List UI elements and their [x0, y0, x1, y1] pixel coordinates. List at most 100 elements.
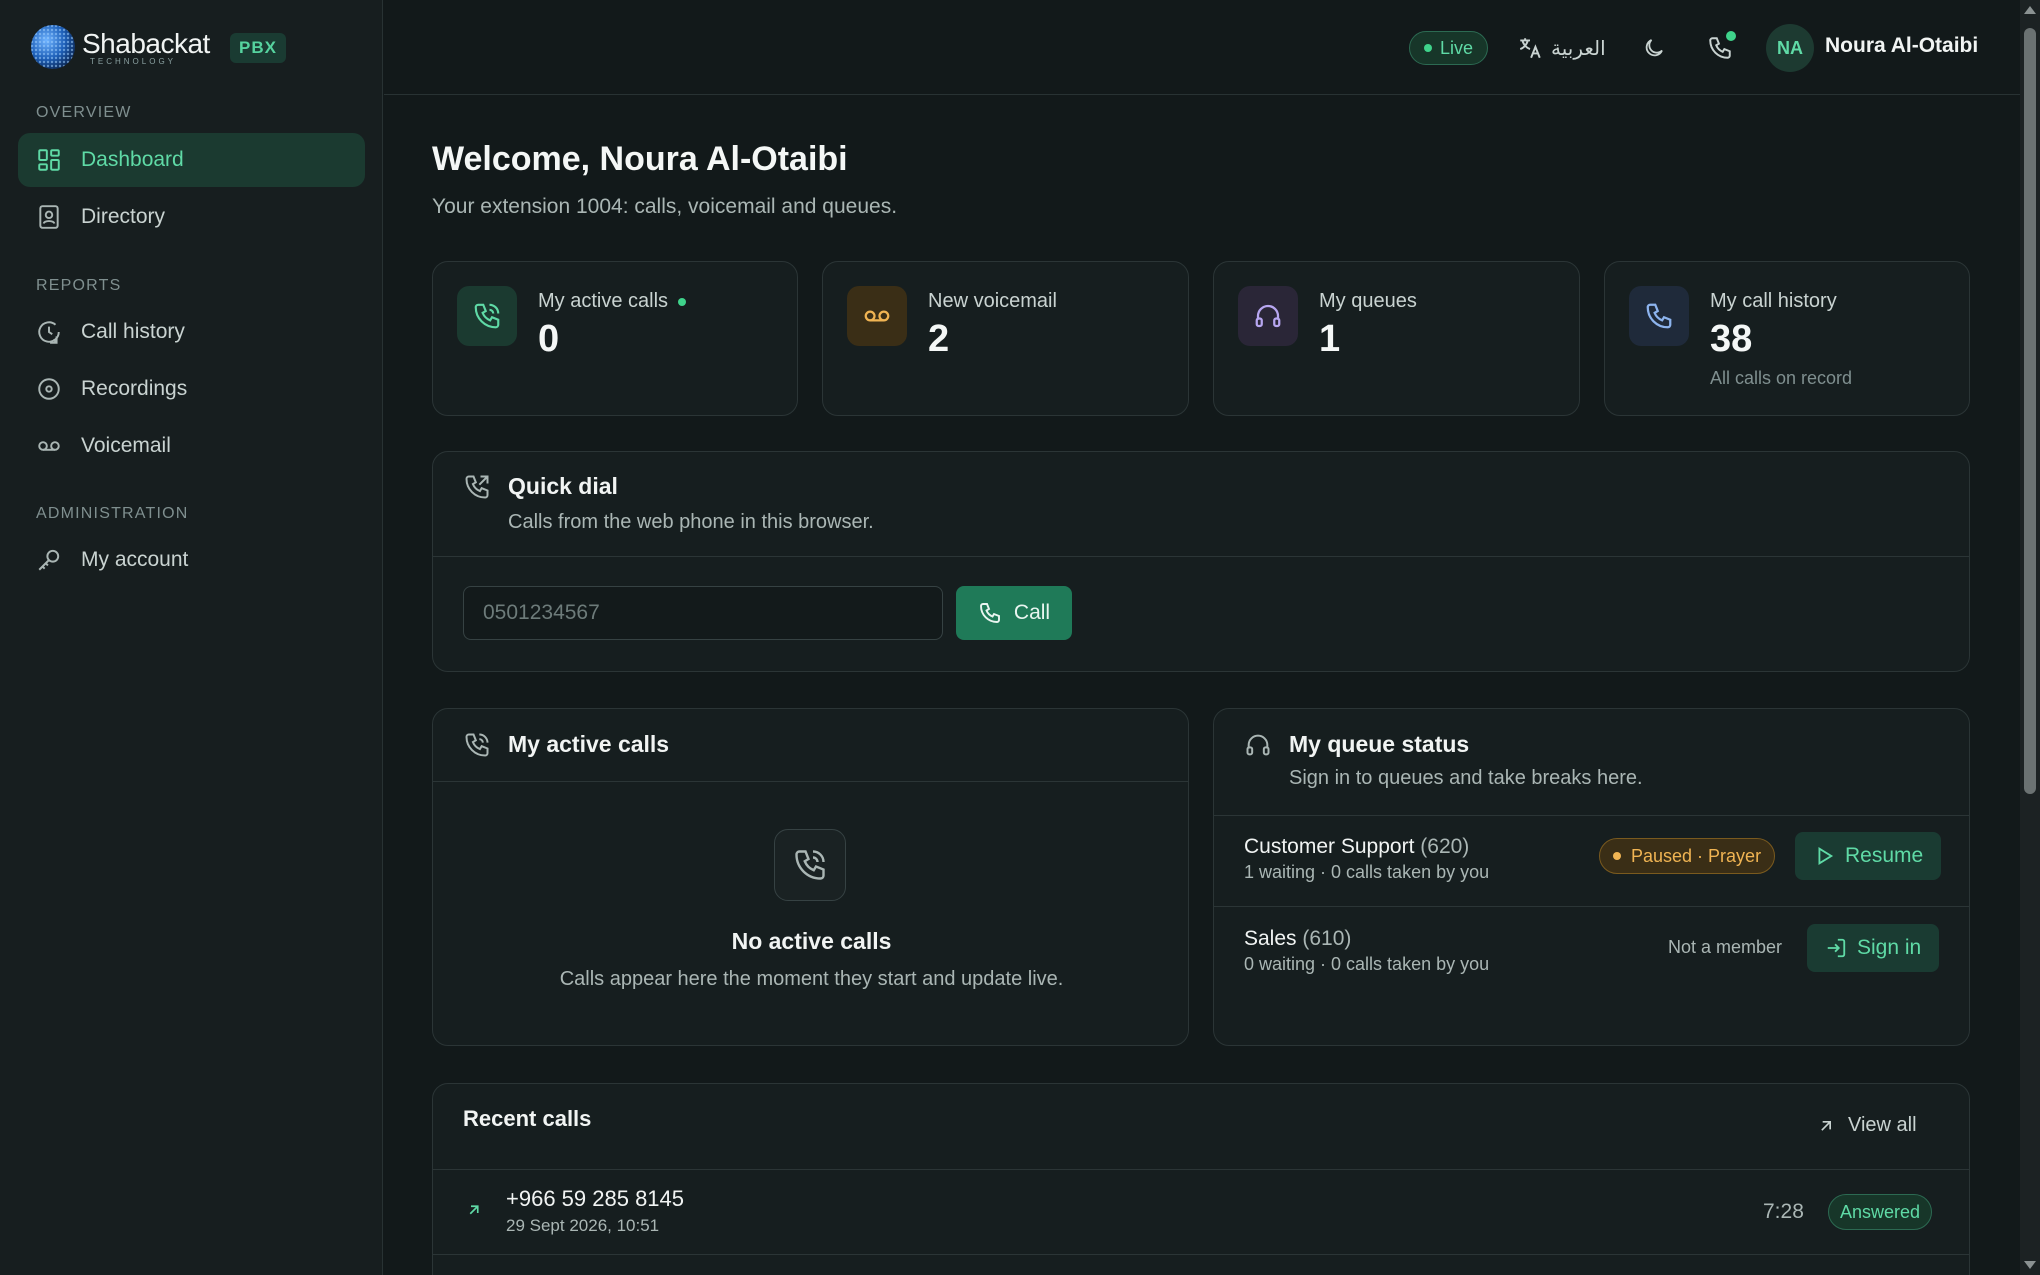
phone-call-icon	[465, 733, 489, 757]
sidebar-item-label: Directory	[81, 205, 166, 228]
quick-dial-title: Quick dial	[508, 473, 618, 499]
stat-label: My call history	[1710, 290, 1837, 312]
view-all-label: View all	[1848, 1114, 1917, 1136]
queue-number: (620)	[1420, 835, 1470, 858]
stat-label: New voicemail	[928, 290, 1057, 312]
sidebar-item-label: Voicemail	[81, 434, 171, 457]
table-row[interactable]: +966 59 285 8145 29 Sept 2026, 10:51 7:2…	[433, 1170, 1971, 1254]
live-status-badge: Live	[1409, 31, 1488, 65]
queue-name: Sales (610)	[1244, 927, 1351, 951]
section-label-reports: REPORTS	[36, 277, 122, 294]
quick-dial-subtitle: Calls from the web phone in this browser…	[508, 511, 874, 533]
pbx-badge: PBX	[230, 33, 286, 63]
record-icon	[38, 378, 60, 400]
stat-card-active-calls[interactable]: My active calls 0	[432, 261, 798, 416]
sign-in-button-label: Sign in	[1857, 936, 1922, 959]
status-badge: Answered	[1828, 1194, 1933, 1230]
empty-state-icon-box	[774, 829, 846, 901]
brand-logo[interactable]: Shabackat TECHNOLOGY PBX	[30, 20, 370, 76]
sidebar-item-label: Recordings	[81, 377, 188, 400]
call-time: 29 Sept 2026, 10:51	[506, 1216, 660, 1235]
paused-dot-icon	[1613, 852, 1621, 860]
queue-row: Sales (610) 0 waiting · 0 calls taken by…	[1214, 907, 1971, 997]
quick-dial-card: Quick dial Calls from the web phone in t…	[432, 451, 1970, 672]
queue-status-card: My queue status Sign in to queues and ta…	[1213, 708, 1970, 1046]
view-all-link[interactable]: View all	[1816, 1114, 1917, 1137]
stat-card-call-history[interactable]: My call history 38 All calls on record	[1604, 261, 1970, 416]
resume-button-label: Resume	[1845, 844, 1924, 867]
queue-number: (610)	[1302, 927, 1352, 950]
stat-icon-box	[1629, 286, 1689, 346]
dial-number-input[interactable]: 0501234567	[463, 586, 943, 640]
queue-status-title: My queue status	[1289, 731, 1470, 757]
stat-label: My queues	[1319, 290, 1417, 312]
live-dot-icon	[1423, 44, 1432, 52]
grid-icon	[38, 149, 60, 171]
stat-note: All calls on record	[1710, 368, 1853, 388]
page-title: Welcome, Noura Al-Otaibi	[432, 140, 848, 178]
scroll-down-arrow-icon[interactable]	[2024, 1261, 2036, 1269]
user-name[interactable]: Noura Al-Otaibi	[1825, 34, 1978, 58]
divider	[433, 556, 1969, 557]
paused-status-badge: Paused · Prayer	[1599, 838, 1776, 874]
moon-icon	[1645, 39, 1663, 57]
language-label: العربية	[1551, 37, 1606, 60]
queue-meta: 1 waiting · 0 calls taken by you	[1244, 862, 1490, 882]
avatar[interactable]: NA	[1766, 24, 1814, 72]
recent-calls-title: Recent calls	[463, 1106, 592, 1131]
sidebar-item-call-history[interactable]: Call history	[18, 305, 365, 359]
queue-meta: 0 waiting · 0 calls taken by you	[1244, 954, 1490, 974]
queue-name-text: Sales	[1244, 927, 1297, 950]
queue-status-subtitle: Sign in to queues and take breaks here.	[1289, 767, 1643, 789]
live-label: Live	[1439, 37, 1474, 58]
stat-card-new-voicemail[interactable]: New voicemail 2	[822, 261, 1189, 416]
phone-icon	[1646, 303, 1672, 329]
divider	[433, 1254, 1969, 1255]
sidebar-item-label: Dashboard	[81, 148, 184, 171]
live-dot-icon	[678, 297, 687, 306]
voicemail-icon	[864, 310, 890, 322]
paused-status-text: Paused · Prayer	[1631, 845, 1762, 866]
play-icon	[1818, 847, 1834, 865]
scroll-thumb[interactable]	[2024, 28, 2036, 794]
recent-calls-card: Recent calls View all +966 59 285 8145 2…	[432, 1083, 1970, 1275]
stat-icon-box	[847, 286, 907, 346]
phone-icon	[979, 603, 1000, 623]
brand-name: Shabackat	[82, 28, 210, 59]
call-duration: 7:28	[1763, 1200, 1804, 1223]
sidebar: Shabackat TECHNOLOGY PBX OVERVIEW Dashbo…	[0, 0, 383, 1275]
key-icon	[38, 549, 60, 571]
sidebar-item-directory[interactable]: Directory	[18, 190, 365, 244]
stat-label-text: My active calls	[538, 290, 669, 312]
stat-icon-box	[1238, 286, 1298, 346]
queue-name-text: Customer Support	[1244, 835, 1415, 858]
phone-call-icon	[795, 850, 825, 880]
call-button[interactable]: Call	[956, 586, 1072, 640]
queue-row: Customer Support (620) 1 waiting · 0 cal…	[1214, 816, 1971, 906]
stat-icon-box	[457, 286, 517, 346]
stat-value: 38	[1710, 318, 1753, 360]
stat-label: My active calls	[538, 290, 687, 313]
language-toggle-button[interactable]: العربية	[1517, 30, 1606, 66]
contact-book-icon	[39, 205, 59, 229]
stat-card-my-queues[interactable]: My queues 1	[1213, 261, 1580, 416]
scroll-up-arrow-icon[interactable]	[2024, 6, 2036, 14]
theme-toggle-button[interactable]	[1636, 30, 1672, 66]
sidebar-item-voicemail[interactable]: Voicemail	[18, 419, 365, 473]
active-calls-card: My active calls No active calls Calls ap…	[432, 708, 1189, 1046]
arrow-up-right-icon	[1821, 1120, 1831, 1131]
page-subtitle: Your extension 1004: calls, voicemail an…	[432, 195, 898, 218]
resume-button[interactable]: Resume	[1795, 832, 1942, 880]
section-label-administration: ADMINISTRATION	[36, 505, 189, 522]
sidebar-item-dashboard[interactable]: Dashboard	[18, 133, 365, 187]
queue-name: Customer Support (620)	[1244, 835, 1469, 859]
section-label-overview: OVERVIEW	[36, 104, 132, 121]
sidebar-item-recordings[interactable]: Recordings	[18, 362, 365, 416]
stat-value: 1	[1319, 318, 1341, 360]
headphones-icon	[1255, 304, 1281, 328]
page-scrollbar[interactable]	[2020, 0, 2040, 1275]
web-phone-button[interactable]	[1702, 30, 1738, 66]
sidebar-item-label: My account	[81, 548, 189, 571]
sidebar-item-my-account[interactable]: My account	[18, 533, 365, 587]
sign-in-button[interactable]: Sign in	[1807, 924, 1940, 972]
